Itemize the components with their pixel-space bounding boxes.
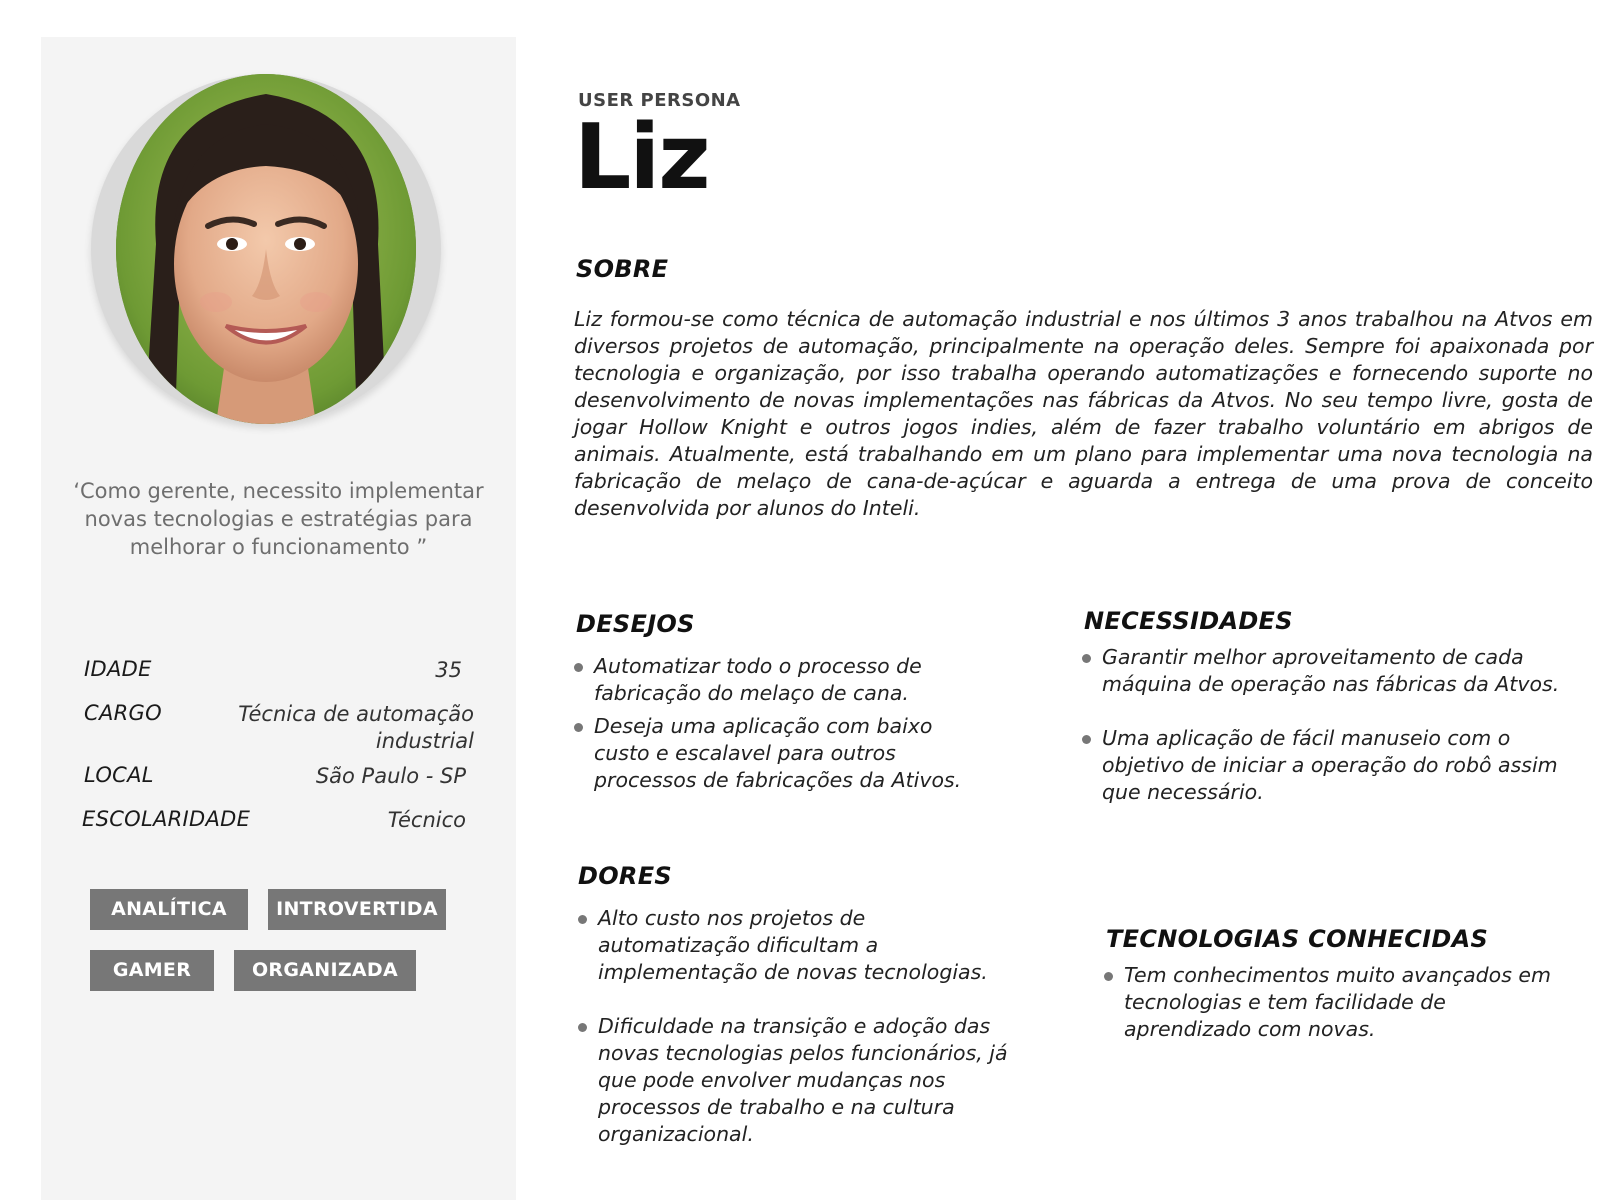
- section-title-desejos: DESEJOS: [576, 610, 695, 638]
- bullet-dot: [578, 1023, 587, 1032]
- list-item: Alto custo nos projetos de automatização…: [578, 905, 1018, 986]
- profile-panel: ‘Como gerente, necessito implementar nov…: [41, 37, 516, 1200]
- bullet-dot: [574, 663, 583, 672]
- bullet-dot: [578, 915, 587, 924]
- bullet-dot: [574, 723, 583, 732]
- dores-list: Alto custo nos projetos de automatização…: [578, 905, 1018, 1148]
- tecnologias-list: Tem conhecimentos muito avançados em tec…: [1104, 962, 1574, 1043]
- trait-tag: INTROVERTIDA: [268, 889, 446, 930]
- list-item: Tem conhecimentos muito avançados em tec…: [1104, 962, 1574, 1043]
- list-item: Automatizar todo o processo de fabricaçã…: [574, 653, 994, 707]
- persona-quote: ‘Como gerente, necessito implementar nov…: [73, 479, 484, 559]
- detail-key: CARGO: [84, 701, 162, 725]
- list-item: Dificuldade na transição e adoção das no…: [578, 1013, 1018, 1148]
- detail-key: ESCOLARIDADE: [82, 807, 251, 831]
- persona-name: Liz: [574, 105, 711, 210]
- detail-value: São Paulo - SP: [315, 764, 466, 788]
- bullet-dot: [1082, 654, 1091, 663]
- section-title-necessidades: NECESSIDADES: [1084, 607, 1293, 635]
- avatar: [116, 74, 416, 424]
- list-item: Deseja uma aplicação com baixo custo e e…: [574, 713, 994, 794]
- trait-tag: GAMER: [90, 950, 214, 991]
- section-title-sobre: SOBRE: [576, 255, 669, 283]
- trait-tag: ORGANIZADA: [234, 950, 416, 991]
- detail-key: LOCAL: [84, 763, 154, 787]
- detail-key: IDADE: [84, 657, 152, 681]
- trait-tag: ANALÍTICA: [90, 889, 248, 930]
- desejos-list: Automatizar todo o processo de fabricaçã…: [574, 653, 994, 794]
- detail-value: Técnico: [387, 808, 466, 832]
- avatar-portrait-image: [116, 74, 416, 424]
- persona-page: ‘Como gerente, necessito implementar nov…: [0, 0, 1600, 1200]
- bullet-dot: [1082, 735, 1091, 744]
- necessidades-list: Garantir melhor aproveitamento de cada m…: [1082, 644, 1572, 806]
- detail-value: 35: [435, 658, 462, 682]
- list-item: Garantir melhor aproveitamento de cada m…: [1082, 644, 1572, 698]
- detail-value: Técnica de automação industrial: [238, 702, 474, 753]
- avatar-frame: [91, 74, 441, 424]
- section-title-dores: DORES: [578, 862, 672, 890]
- section-title-tecnologias: TECNOLOGIAS CONHECIDAS: [1106, 925, 1489, 953]
- about-text: Liz formou-se como técnica de automação …: [574, 307, 1593, 520]
- list-item: Uma aplicação de fácil manuseio com o ob…: [1082, 725, 1572, 806]
- bullet-dot: [1104, 972, 1113, 981]
